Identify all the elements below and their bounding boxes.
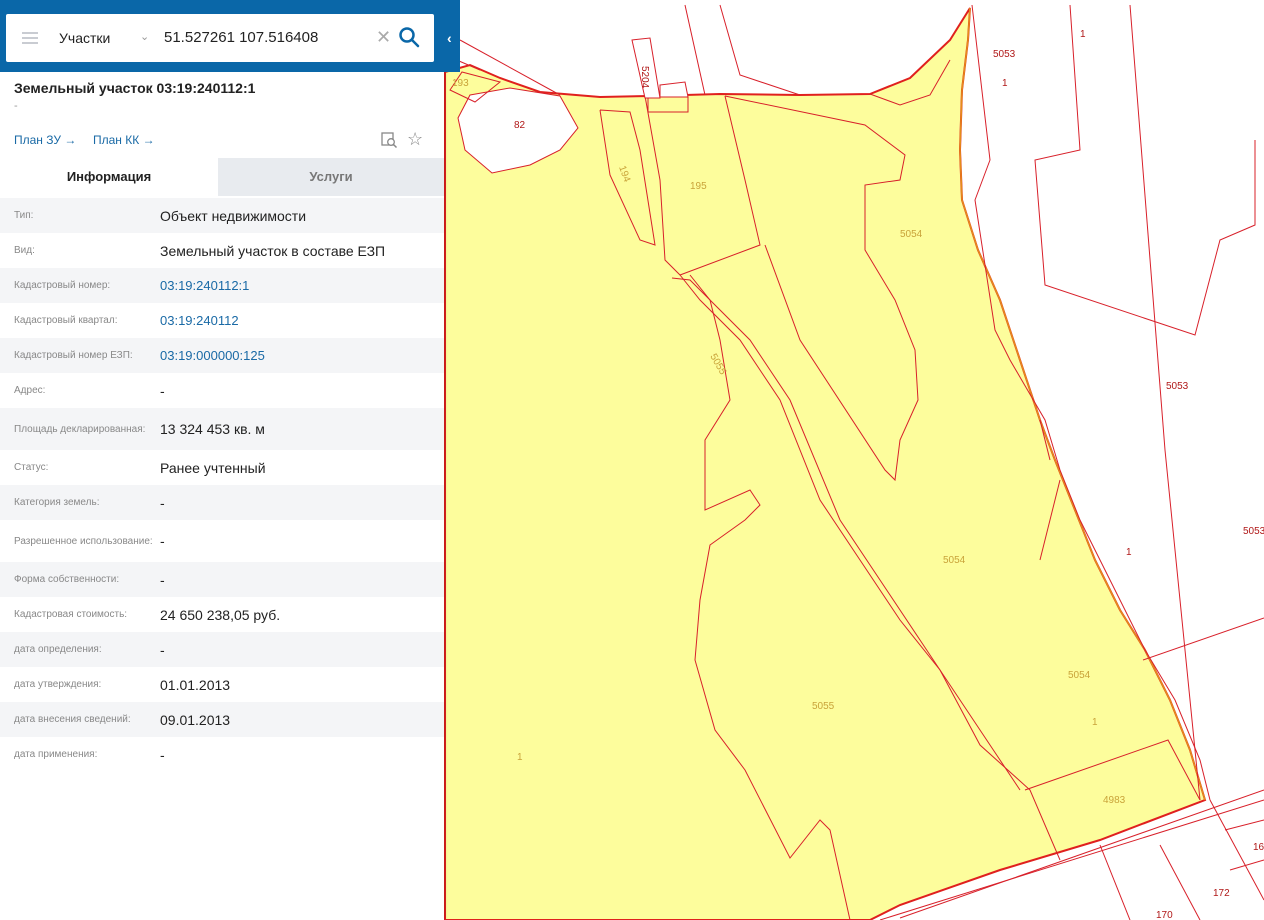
attr-row-area: Площадь декларированная: 13 324 453 кв. м — [0, 408, 444, 450]
attr-row-kind: Вид: Земельный участок в составе ЕЗП — [0, 233, 444, 268]
map-label: 16 — [1253, 842, 1264, 853]
close-icon[interactable]: ✕ — [376, 27, 391, 48]
cadastral-quarter-link[interactable]: 03:19:240112 — [160, 313, 239, 328]
attr-value: Земельный участок в составе ЕЗП — [160, 242, 386, 259]
map-label: 1 — [1092, 717, 1098, 728]
map-label: 195 — [690, 181, 707, 192]
attr-row-land-category: Категория земель: - — [0, 485, 444, 520]
attr-row-date-applied: дата применения: - — [0, 737, 444, 772]
attr-label: дата применения: — [14, 749, 98, 760]
map-label: 170 — [1156, 910, 1173, 920]
attr-label: Площадь декларированная: — [14, 423, 146, 435]
map-label: 5055 — [812, 701, 835, 712]
attr-value: 01.01.2013 — [160, 676, 231, 693]
attr-label: Кадастровый номер: — [14, 280, 111, 291]
plan-kk-link[interactable]: План КК → — [93, 133, 155, 147]
attr-row-ownership: Форма собственности: - — [0, 562, 444, 597]
map-label: 5053 — [1166, 381, 1189, 392]
parcel-subtitle: - — [14, 100, 18, 112]
map-label: 4983 — [1103, 795, 1126, 806]
attr-row-permitted-use: Разрешенное использование: - — [0, 520, 444, 562]
attr-label: Вид: — [14, 245, 35, 256]
map-label: 82 — [514, 120, 526, 131]
attr-value: - — [160, 746, 165, 763]
zoom-to-object-icon[interactable] — [380, 131, 398, 149]
map-label: 172 — [1213, 888, 1230, 899]
map-label: 5054 — [900, 229, 923, 240]
attr-label: дата внесения сведений: — [14, 714, 131, 725]
attr-label: Категория земель: — [14, 497, 100, 508]
attr-row-cadastral-value: Кадастровая стоимость: 24 650 238,05 руб. — [0, 597, 444, 632]
attr-label: дата утверждения: — [14, 679, 102, 690]
map-label: 5054 — [943, 555, 966, 566]
attr-label: Форма собственности: — [14, 574, 120, 585]
attr-row-date-determined: дата определения: - — [0, 632, 444, 667]
ezp-number-link[interactable]: 03:19:000000:125 — [160, 348, 265, 363]
attr-row-date-approved: дата утверждения: 01.01.2013 — [0, 667, 444, 702]
attr-label: Кадастровый номер ЕЗП: — [14, 350, 133, 361]
menu-icon[interactable] — [22, 32, 38, 44]
plan-zu-link[interactable]: План ЗУ → — [14, 133, 76, 147]
search-box: Участки ⌄ 51.527261 107.516408 ✕ — [6, 14, 434, 62]
attr-value: 24 650 238,05 руб. — [160, 606, 281, 623]
attr-row-cadastral-quarter: Кадастровый квартал: 03:19:240112 — [0, 303, 444, 338]
attr-label: дата определения: — [14, 644, 102, 655]
tab-services[interactable]: Услуги — [218, 158, 444, 196]
attr-row-date-entered: дата внесения сведений: 09.01.2013 — [0, 702, 444, 737]
attr-label: Статус: — [14, 462, 49, 473]
attr-value: 09.01.2013 — [160, 711, 231, 728]
layer-select[interactable]: Участки — [59, 30, 110, 46]
search-icon[interactable] — [398, 26, 420, 48]
attr-label: Кадастровый квартал: — [14, 315, 118, 326]
cadastral-number-link[interactable]: 03:19:240112:1 — [160, 278, 249, 293]
attr-value: - — [160, 641, 165, 658]
attr-row-address: Адрес: - — [0, 373, 444, 408]
parcel-small[interactable] — [659, 81, 689, 98]
chevron-left-icon[interactable]: ‹ — [447, 30, 452, 46]
attr-row-cadastral-number: Кадастровый номер: 03:19:240112:1 — [0, 268, 444, 303]
attr-label: Разрешенное использование: — [14, 535, 153, 547]
attr-label: Адрес: — [14, 385, 46, 396]
attr-value: - — [160, 382, 165, 399]
map-label: 5053 — [993, 49, 1016, 60]
map-label: 5053 — [1243, 526, 1264, 537]
attributes-table: Тип: Объект недвижимости Вид: Земельный уч… — [0, 198, 444, 772]
map-label: 1 — [1080, 29, 1086, 40]
search-bar: Участки ⌄ 51.527261 107.516408 ✕ — [0, 0, 460, 72]
attr-row-status: Статус: Ранее учтенный — [0, 450, 444, 485]
tab-bar: Информация Услуги — [0, 158, 444, 196]
map-label: 1 — [517, 752, 523, 763]
star-icon[interactable]: ☆ — [407, 129, 423, 150]
attr-value: Ранее учтенный — [160, 459, 266, 476]
map-label: 5204 — [639, 66, 650, 89]
info-panel: Участки ⌄ 51.527261 107.516408 ✕ Земельн… — [0, 0, 460, 920]
attr-label: Кадастровая стоимость: — [14, 609, 128, 620]
map-label: 1 — [1126, 547, 1132, 558]
map-label: 193 — [452, 78, 469, 89]
attr-value: - — [160, 533, 165, 549]
attr-row-type: Тип: Объект недвижимости — [0, 198, 444, 233]
search-input[interactable]: 51.527261 107.516408 — [164, 29, 318, 46]
map-label: 1 — [1002, 78, 1008, 89]
attr-label: Тип: — [14, 210, 34, 221]
tab-information[interactable]: Информация — [0, 158, 218, 196]
attr-value: - — [160, 494, 165, 511]
attr-value: Объект недвижимости — [160, 207, 307, 224]
attr-value: 13 324 453 кв. м — [160, 421, 265, 437]
attr-row-ezp-number: Кадастровый номер ЕЗП: 03:19:000000:125 — [0, 338, 444, 373]
chevron-down-icon[interactable]: ⌄ — [140, 30, 149, 43]
map-label: 5054 — [1068, 670, 1091, 681]
parcel-title: Земельный участок 03:19:240112:1 — [14, 80, 256, 96]
attr-value: - — [160, 571, 165, 588]
